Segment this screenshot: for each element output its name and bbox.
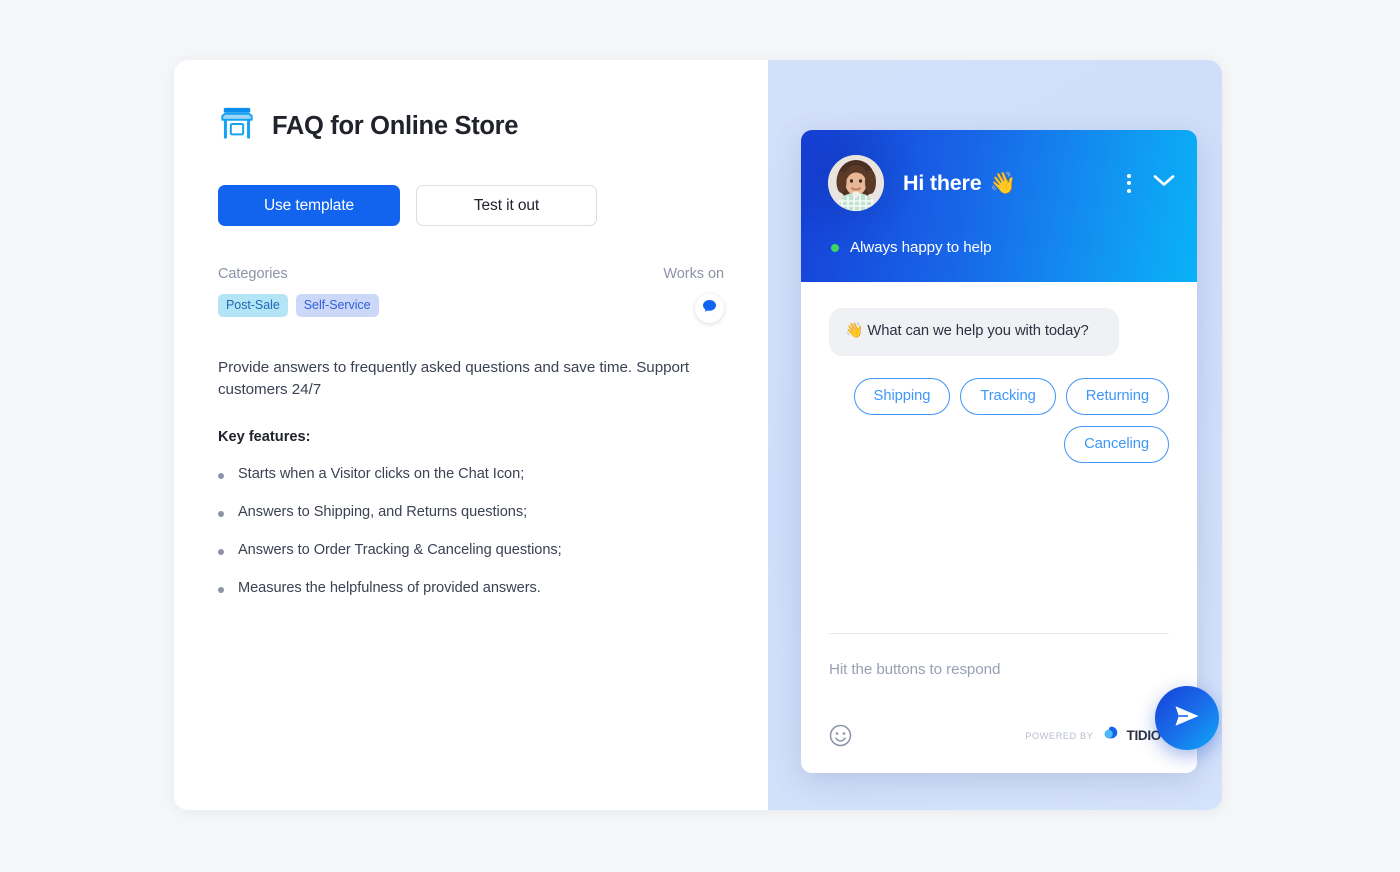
- list-item: Answers to Shipping, and Returns questio…: [218, 504, 724, 520]
- greeting-text: Hi there: [903, 170, 982, 195]
- feature-text: Starts when a Visitor clicks on the Chat…: [238, 466, 525, 483]
- title-row: FAQ for Online Store: [218, 106, 724, 147]
- template-card: FAQ for Online Store Use template Test i…: [174, 60, 1222, 810]
- action-buttons: Use template Test it out: [218, 185, 724, 226]
- agent-status: Always happy to help: [801, 211, 1197, 256]
- chevron-down-icon[interactable]: [1153, 174, 1175, 192]
- chat-composer: Hit the buttons to respond POWERED BY TI…: [829, 633, 1169, 773]
- composer-bottom-bar: POWERED BY TIDIO: [829, 724, 1169, 747]
- template-description: Provide answers to frequently asked ques…: [218, 359, 690, 398]
- bullet-icon: [218, 473, 224, 480]
- page-title: FAQ for Online Store: [272, 112, 519, 140]
- use-template-button[interactable]: Use template: [218, 185, 400, 226]
- list-item: Starts when a Visitor clicks on the Chat…: [218, 466, 724, 482]
- avatar: [828, 155, 884, 211]
- feature-list: Starts when a Visitor clicks on the Chat…: [218, 466, 724, 596]
- chat-header-actions: [1127, 173, 1175, 193]
- powered-by-text: POWERED BY: [1025, 730, 1094, 741]
- category-tags: Post-Sale Self-Service: [218, 294, 379, 317]
- status-online-dot: [831, 243, 839, 252]
- waving-hand-icon: 👋: [989, 170, 1017, 195]
- smiley-icon[interactable]: [829, 724, 852, 747]
- chat-widget-header: Hi there 👋 Always happy to help: [801, 130, 1197, 282]
- quick-reply-returning[interactable]: Returning: [1065, 378, 1169, 416]
- quick-reply-shipping[interactable]: Shipping: [853, 378, 951, 416]
- powered-by-tidio: POWERED BY TIDIO: [1025, 725, 1161, 747]
- bot-message-text: What can we help you with today?: [867, 323, 1089, 339]
- test-it-out-button[interactable]: Test it out: [416, 185, 597, 226]
- works-on-chat-badge[interactable]: [695, 294, 724, 323]
- chat-bubble-icon: [702, 299, 717, 318]
- more-vertical-icon[interactable]: [1127, 173, 1131, 193]
- chat-greeting: Hi there 👋: [903, 171, 1016, 196]
- status-text: Always happy to help: [850, 239, 992, 256]
- feature-text: Answers to Order Tracking & Canceling qu…: [238, 542, 562, 559]
- chat-widget: Hi there 👋 Always happy to help 👋 What c…: [801, 130, 1219, 773]
- bullet-icon: [218, 587, 224, 594]
- meta-row: Categories Post-Sale Self-Service Works …: [218, 266, 724, 323]
- preview-panel: Hi there 👋 Always happy to help 👋 What c…: [768, 60, 1222, 810]
- bullet-icon: [218, 549, 224, 556]
- message-input[interactable]: Hit the buttons to respond: [829, 661, 1169, 678]
- tag-self-service[interactable]: Self-Service: [295, 294, 379, 317]
- quick-reply-buttons: Shipping Tracking Returning Canceling: [829, 378, 1169, 464]
- bullet-icon: [218, 511, 224, 518]
- key-features-heading: Key features:: [218, 429, 311, 446]
- quick-reply-tracking[interactable]: Tracking: [960, 378, 1056, 416]
- bot-message-bubble: 👋 What can we help you with today?: [829, 308, 1119, 357]
- list-item: Measures the helpfulness of provided ans…: [218, 580, 724, 596]
- template-details-panel: FAQ for Online Store Use template Test i…: [174, 60, 768, 810]
- feature-text: Measures the helpfulness of provided ans…: [238, 580, 541, 597]
- categories-block: Categories Post-Sale Self-Service: [218, 266, 379, 317]
- works-on-block: Works on: [663, 266, 724, 323]
- list-item: Answers to Order Tracking & Canceling qu…: [218, 542, 724, 558]
- categories-label: Categories: [218, 266, 288, 282]
- send-icon: [1172, 703, 1202, 734]
- tag-post-sale[interactable]: Post-Sale: [218, 294, 288, 317]
- send-button[interactable]: [1155, 686, 1219, 750]
- waving-hand-icon: 👋: [845, 323, 864, 339]
- chat-widget-body: 👋 What can we help you with today? Shipp…: [801, 282, 1219, 773]
- works-on-label: Works on: [663, 266, 724, 282]
- storefront-icon: [218, 106, 256, 147]
- tidio-wordmark: TIDIO: [1126, 728, 1162, 743]
- chat-header-top: Hi there 👋: [801, 130, 1197, 211]
- feature-text: Answers to Shipping, and Returns questio…: [238, 504, 528, 521]
- tidio-logo-icon: [1102, 725, 1119, 747]
- quick-reply-canceling[interactable]: Canceling: [1064, 426, 1169, 464]
